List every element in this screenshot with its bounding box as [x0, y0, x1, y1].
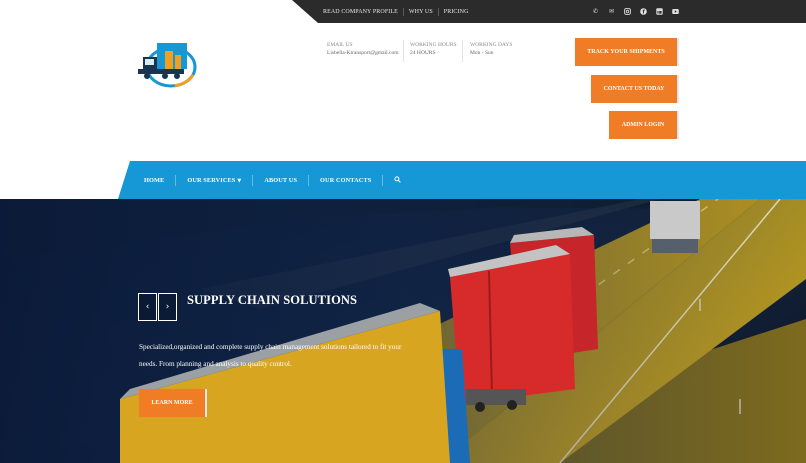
contact-us-button[interactable]: CONTACT US TODAY	[591, 75, 679, 103]
days-value: Mon - Sun	[470, 50, 494, 56]
email-value[interactable]: Lisbella-Ktransport@gmail.com	[327, 49, 399, 57]
chevron-down-icon: ▼	[237, 177, 242, 184]
hero-title: SUPPLY CHAIN SOLUTIONS	[187, 293, 358, 307]
hero-description: Specialized,organized and complete suppl…	[139, 343, 402, 368]
hours-value: 24 HOURS	[410, 50, 436, 56]
hours-info: WORKING HOURS 24 HOURS	[410, 41, 457, 57]
nav-about-us[interactable]: ABOUT US	[264, 177, 297, 184]
slide-controls: ‹ ›	[138, 293, 177, 321]
top-nav-company-profile[interactable]: READ COMPANY PROFILE	[323, 9, 398, 15]
chevron-right-icon: ›	[165, 302, 170, 312]
track-shipments-button[interactable]: TRACK YOUR SHIPMENTS	[575, 38, 679, 66]
top-nav: READ COMPANY PROFILE WHY US PRICING	[323, 0, 469, 23]
nav-home[interactable]: HOME	[144, 177, 164, 184]
main-nav: HOME OUR SERVICES ▼ ABOUT US OUR CONTACTS	[144, 161, 402, 199]
top-nav-pricing[interactable]: PRICING	[444, 9, 469, 15]
learn-more-button[interactable]: LEARN MORE	[139, 389, 207, 417]
hours-label: WORKING HOURS	[410, 42, 457, 48]
slide-next-button[interactable]: ›	[158, 293, 177, 321]
nav-our-contacts[interactable]: OUR CONTACTS	[320, 177, 371, 184]
phone-icon[interactable]: ✆	[592, 8, 599, 15]
youtube-icon[interactable]	[672, 8, 679, 15]
top-nav-why-us[interactable]: WHY US	[409, 9, 433, 15]
linkedin-icon[interactable]	[656, 8, 663, 15]
facebook-icon[interactable]: f	[640, 8, 647, 15]
days-info: WORKING DAYS Mon - Sun	[470, 41, 512, 57]
search-icon[interactable]	[394, 175, 402, 185]
mail-icon[interactable]: ✉	[608, 8, 615, 15]
slide-prev-button[interactable]: ‹	[138, 293, 157, 321]
admin-login-button[interactable]: ADMIN LOGIN	[609, 111, 679, 139]
nav-our-services[interactable]: OUR SERVICES ▼	[187, 177, 241, 184]
chevron-left-icon: ‹	[145, 302, 150, 312]
instagram-icon[interactable]	[624, 8, 631, 15]
social-links: ✆ ✉ f	[592, 0, 679, 23]
nav-our-services-label: OUR SERVICES	[187, 176, 236, 184]
email-info: EMAIL US Lisbella-Ktransport@gmail.com	[327, 41, 399, 57]
company-logo[interactable]	[135, 37, 201, 92]
hero-banner	[0, 199, 806, 463]
email-label: EMAIL US	[327, 42, 353, 48]
hero-background-image	[0, 199, 806, 463]
days-label: WORKING DAYS	[470, 42, 513, 48]
